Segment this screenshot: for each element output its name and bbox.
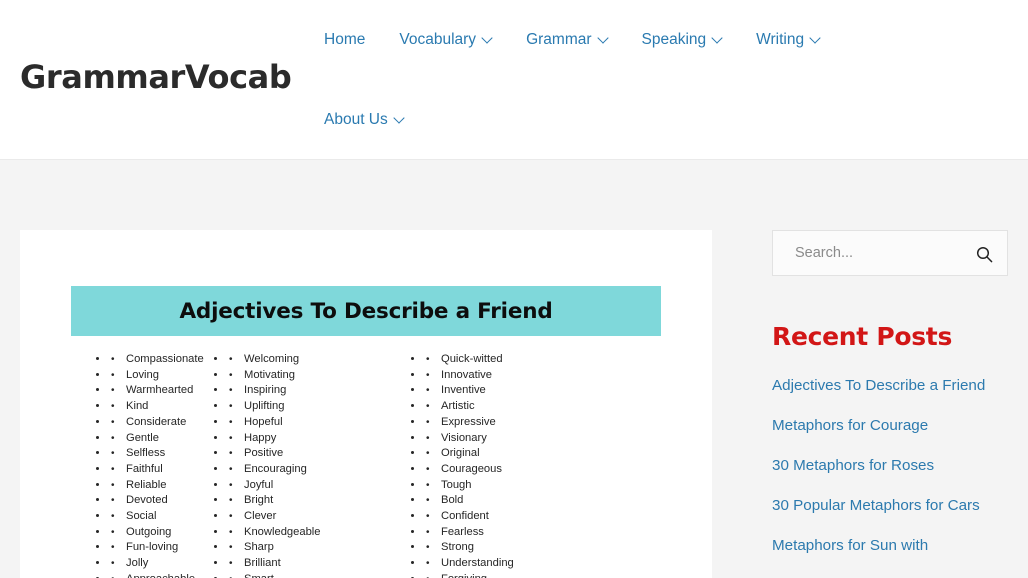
nav-item-label: Home xyxy=(324,31,366,48)
search-submit-button[interactable] xyxy=(971,241,997,267)
list-item: Visionary xyxy=(424,431,625,447)
list-item: Welcoming xyxy=(227,352,415,368)
list-item: Quick-witted xyxy=(424,352,625,368)
list-item: Happy xyxy=(227,431,415,447)
recent-post-link[interactable]: 30 Popular Metaphors for Cars xyxy=(772,493,1008,518)
list-item: Fearless xyxy=(424,525,625,541)
recent-posts-list: Adjectives To Describe a Friend Metaphor… xyxy=(772,373,1008,558)
list-item: Understanding xyxy=(424,556,625,572)
recent-post-link[interactable]: Metaphors for Courage xyxy=(772,413,1008,438)
nav-item-home[interactable]: Home xyxy=(324,28,365,52)
list-item: Expressive xyxy=(424,415,625,431)
list-item: Compassionate xyxy=(109,352,220,368)
chevron-down-icon xyxy=(713,34,722,43)
featured-image: Adjectives To Describe a Friend Compassi… xyxy=(20,230,712,578)
featured-image-title: Adjectives To Describe a Friend xyxy=(179,298,553,324)
list-item: Sharp xyxy=(227,540,415,556)
list-item: Metaphors for Courage xyxy=(772,413,1008,438)
list-item: Confident xyxy=(424,509,625,525)
list-item: Tough xyxy=(424,478,625,494)
nav-item-about-us[interactable]: About Us xyxy=(324,108,404,132)
adjective-columns: Compassionate Loving Warmhearted Kind Co… xyxy=(20,352,712,578)
nav-item-writing[interactable]: Writing xyxy=(756,28,820,52)
recent-post-link[interactable]: 30 Metaphors for Roses xyxy=(772,453,1008,478)
primary-navigation: Home Vocabulary Grammar Speaking Writing xyxy=(310,0,1010,160)
list-item: Encouraging xyxy=(227,462,415,478)
list-item: Metaphors for Sun with xyxy=(772,533,1008,558)
nav-item-label: Writing xyxy=(756,31,805,48)
list-item: Hopeful xyxy=(227,415,415,431)
list-item: Faithful xyxy=(109,462,220,478)
sidebar: Recent Posts Adjectives To Describe a Fr… xyxy=(772,230,1008,573)
list-item: Uplifting xyxy=(227,399,415,415)
list-item: Fun-loving xyxy=(109,540,220,556)
list-item: Adjectives To Describe a Friend xyxy=(772,373,1008,398)
chevron-down-icon xyxy=(599,34,608,43)
nav-item-vocabulary[interactable]: Vocabulary xyxy=(399,28,492,52)
nav-item-label: Speaking xyxy=(641,31,707,48)
list-item: Artistic xyxy=(424,399,625,415)
list-item: Forgiving xyxy=(424,572,625,578)
list-item: Devoted xyxy=(109,493,220,509)
adjective-column-3: Quick-witted Innovative Inventive Artist… xyxy=(415,352,625,578)
list-item: Social xyxy=(109,509,220,525)
nav-row-secondary: About Us xyxy=(324,108,404,132)
list-item: Original xyxy=(424,446,625,462)
nav-row-primary: Home Vocabulary Grammar Speaking Writing xyxy=(324,28,820,52)
list-item: Approachable xyxy=(109,572,220,578)
list-item: Outgoing xyxy=(109,525,220,541)
list-item: Gentle xyxy=(109,431,220,447)
list-item: Considerate xyxy=(109,415,220,431)
page-body: Adjectives To Describe a Friend Compassi… xyxy=(0,160,1028,578)
chevron-down-icon xyxy=(483,34,492,43)
list-item: Kind xyxy=(109,399,220,415)
adjective-column-2: Welcoming Motivating Inspiring Uplifting… xyxy=(220,352,415,578)
list-item: 30 Popular Metaphors for Cars xyxy=(772,493,1008,518)
site-logo[interactable]: GrammarVocab xyxy=(20,58,292,96)
list-item: Inspiring xyxy=(227,383,415,399)
list-item: Warmhearted xyxy=(109,383,220,399)
nav-item-grammar[interactable]: Grammar xyxy=(526,28,607,52)
search-widget xyxy=(772,230,1008,276)
nav-item-label: Vocabulary xyxy=(399,31,477,48)
recent-posts-heading: Recent Posts xyxy=(772,322,953,351)
search-input[interactable] xyxy=(773,231,963,275)
site-header: GrammarVocab Home Vocabulary Grammar Spe… xyxy=(0,0,1028,160)
list-item: Joyful xyxy=(227,478,415,494)
list-item: Reliable xyxy=(109,478,220,494)
list-item: 30 Metaphors for Roses xyxy=(772,453,1008,478)
list-item: Motivating xyxy=(227,368,415,384)
list-item: Knowledgeable xyxy=(227,525,415,541)
list-item: Selfless xyxy=(109,446,220,462)
list-item: Strong xyxy=(424,540,625,556)
search-icon xyxy=(976,246,992,262)
list-item: Innovative xyxy=(424,368,625,384)
nav-item-label: About Us xyxy=(324,111,388,128)
featured-image-title-banner: Adjectives To Describe a Friend xyxy=(71,286,661,336)
list-item: Bright xyxy=(227,493,415,509)
list-item: Clever xyxy=(227,509,415,525)
list-item: Loving xyxy=(109,368,220,384)
list-item: Inventive xyxy=(424,383,625,399)
list-item: Bold xyxy=(424,493,625,509)
nav-item-label: Grammar xyxy=(526,31,592,48)
list-item: Smart xyxy=(227,572,415,578)
list-item: Brilliant xyxy=(227,556,415,572)
adjective-column-1: Compassionate Loving Warmhearted Kind Co… xyxy=(20,352,220,578)
nav-item-speaking[interactable]: Speaking xyxy=(642,28,723,52)
list-item: Positive xyxy=(227,446,415,462)
article-card: Adjectives To Describe a Friend Compassi… xyxy=(20,230,712,578)
chevron-down-icon xyxy=(395,114,404,123)
chevron-down-icon xyxy=(811,34,820,43)
list-item: Courageous xyxy=(424,462,625,478)
recent-post-link[interactable]: Adjectives To Describe a Friend xyxy=(772,373,1008,398)
recent-post-link[interactable]: Metaphors for Sun with xyxy=(772,533,1008,558)
list-item: Jolly xyxy=(109,556,220,572)
